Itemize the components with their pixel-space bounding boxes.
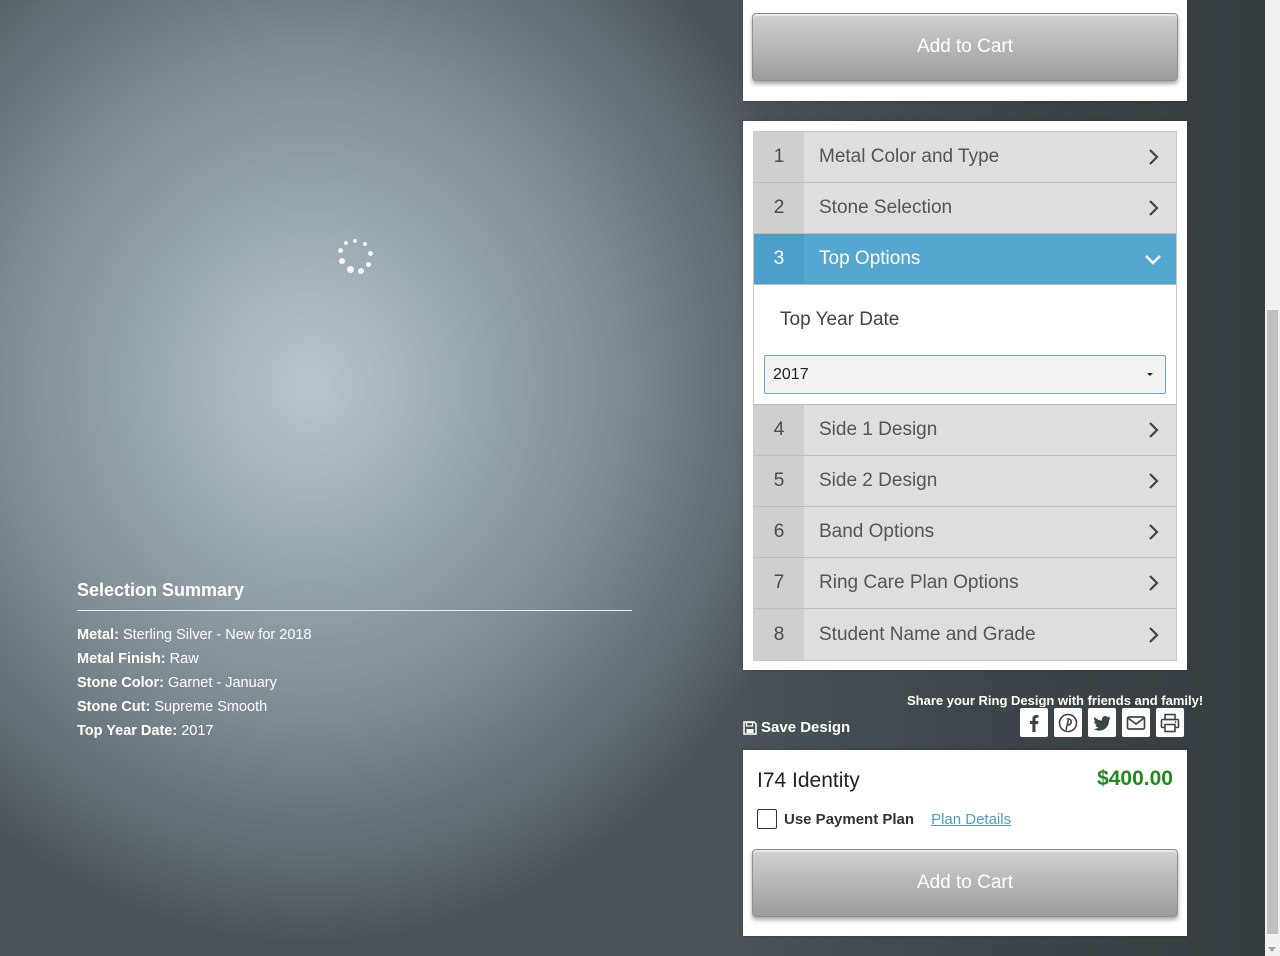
chevron-right-icon <box>1149 422 1159 438</box>
summary-item-top-year-date: Top Year Date: 2017 <box>77 723 214 739</box>
chevron-right-icon <box>1149 524 1159 540</box>
scroll-down-arrow-icon[interactable] <box>1268 947 1276 952</box>
loading-spinner-icon <box>337 239 373 275</box>
save-design-label: Save Design <box>761 719 851 736</box>
top-year-date-label: Top Year Date <box>780 309 900 330</box>
scrollbar-thumb[interactable] <box>1267 310 1278 934</box>
design-steps-card: 1 Metal Color and Type 2 Stone Selection… <box>743 121 1187 670</box>
floppy-disk-icon <box>743 720 757 735</box>
step-label: Stone Selection <box>819 197 953 218</box>
step-label: Side 2 Design <box>819 470 938 491</box>
share-pinterest-button[interactable] <box>1053 707 1083 738</box>
step-band-options[interactable]: 6 Band Options <box>754 507 1176 558</box>
product-price: $400.00 <box>1097 767 1173 790</box>
steps-accordion: 1 Metal Color and Type 2 Stone Selection… <box>753 131 1177 661</box>
share-twitter-button[interactable] <box>1087 707 1117 738</box>
product-name: I74 Identity <box>757 769 860 792</box>
step-stone-selection[interactable]: 2 Stone Selection <box>754 183 1176 234</box>
payment-plan-checkbox[interactable] <box>757 809 777 829</box>
print-icon <box>1160 713 1180 732</box>
share-email-button[interactable] <box>1121 707 1151 738</box>
step-label: Ring Care Plan Options <box>819 572 1019 593</box>
top-year-date-select[interactable]: 2017 <box>764 355 1166 394</box>
chevron-right-icon <box>1149 575 1159 591</box>
selected-year: 2017 <box>773 366 809 383</box>
step-number: 3 <box>754 234 804 284</box>
top-cart-card: Add to Cart <box>743 0 1187 101</box>
chevron-right-icon <box>1149 149 1159 165</box>
dropdown-caret-icon <box>1147 373 1153 376</box>
add-to-cart-button-top[interactable]: Add to Cart <box>752 13 1178 81</box>
pinterest-icon <box>1058 713 1078 732</box>
add-to-cart-button[interactable]: Add to Cart <box>752 849 1178 917</box>
share-text: Share your Ring Design with friends and … <box>907 693 1204 708</box>
chevron-right-icon <box>1149 626 1159 643</box>
payment-plan-label: Use Payment Plan <box>784 810 915 828</box>
step-number: 1 <box>754 132 804 182</box>
step-top-options[interactable]: 3 Top Options <box>754 234 1176 285</box>
email-icon <box>1126 715 1146 730</box>
summary-item-stone-cut: Stone Cut: Supreme Smooth <box>77 699 268 715</box>
step-number: 7 <box>754 558 804 608</box>
step-metal-color-and-type[interactable]: 1 Metal Color and Type <box>754 132 1176 183</box>
product-price-card: I74 Identity $400.00 Use Payment Plan Pl… <box>743 750 1187 936</box>
twitter-icon <box>1093 715 1111 731</box>
payment-plan-row: Use Payment Plan Plan Details <box>757 809 1011 829</box>
chevron-right-icon <box>1149 200 1159 216</box>
step-side-2-design[interactable]: 5 Side 2 Design <box>754 456 1176 507</box>
selection-summary: Selection Summary Metal: Sterling Silver… <box>77 580 632 743</box>
save-design-button[interactable]: Save Design <box>743 719 850 736</box>
facebook-icon <box>1030 714 1039 732</box>
share-facebook-button[interactable] <box>1019 707 1049 738</box>
step-ring-care-plan-options[interactable]: 7 Ring Care Plan Options <box>754 558 1176 609</box>
chevron-right-icon <box>1149 473 1159 489</box>
step-label: Side 1 Design <box>819 419 938 440</box>
plan-details-link[interactable]: Plan Details <box>931 811 1011 828</box>
top-options-panel: Top Year Date 2017 <box>754 285 1176 405</box>
step-label: Student Name and Grade <box>819 623 1036 645</box>
step-side-1-design[interactable]: 4 Side 1 Design <box>754 405 1176 456</box>
summary-list: Metal: Sterling Silver - New for 2018 Me… <box>77 623 632 743</box>
step-number: 5 <box>754 456 804 506</box>
summary-item-metal: Metal: Sterling Silver - New for 2018 <box>77 627 312 643</box>
step-number: 8 <box>754 609 804 660</box>
chevron-down-icon <box>1145 255 1161 265</box>
step-label: Metal Color and Type <box>819 146 1000 167</box>
step-number: 4 <box>754 405 804 455</box>
step-number: 6 <box>754 507 804 557</box>
step-student-name-and-grade[interactable]: 8 Student Name and Grade <box>754 609 1176 660</box>
scrollbar[interactable] <box>1265 0 1280 956</box>
print-button[interactable] <box>1155 707 1185 738</box>
summary-item-metal-finish: Metal Finish: Raw <box>77 651 199 667</box>
step-label: Band Options <box>819 521 935 542</box>
summary-item-stone-color: Stone Color: Garnet - January <box>77 675 277 691</box>
summary-title: Selection Summary <box>77 580 632 611</box>
share-icons <box>1019 707 1185 738</box>
step-label: Top Options <box>819 248 921 269</box>
step-number: 2 <box>754 183 804 233</box>
